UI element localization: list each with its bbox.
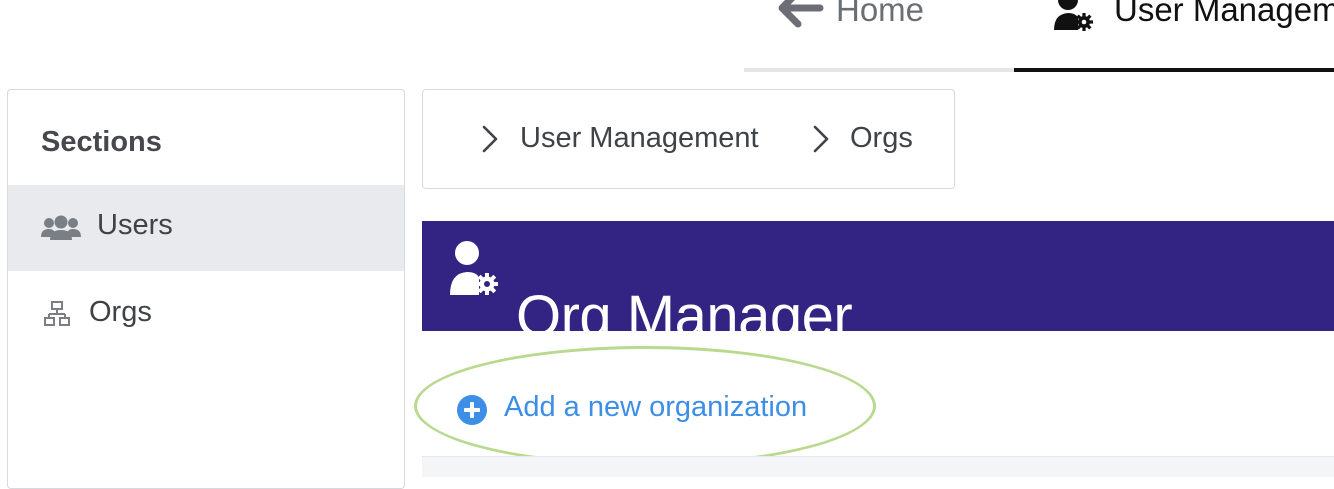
breadcrumb: User Management Orgs	[422, 89, 955, 189]
user-gear-icon	[449, 239, 499, 302]
content-table-top	[422, 456, 1334, 477]
sidebar-item-users[interactable]: Users	[8, 185, 404, 271]
arrow-left-icon	[776, 0, 824, 35]
sidebar: Sections Users Orgs	[7, 89, 405, 489]
chevron-right-icon	[812, 124, 830, 159]
page-header-banner: Org Manager	[422, 221, 1334, 349]
chevron-right-icon	[481, 124, 499, 159]
tab-user-management[interactable]: User Management	[1014, 0, 1334, 72]
sidebar-item-label: Orgs	[89, 296, 152, 328]
users-icon	[40, 215, 82, 246]
add-organization-label: Add a new organization	[504, 391, 808, 423]
tab-home-label: Home	[836, 0, 925, 28]
user-gear-icon	[1052, 0, 1096, 37]
plus-circle-icon	[456, 394, 488, 431]
sidebar-item-label: Users	[97, 209, 173, 241]
sidebar-heading: Sections	[41, 126, 162, 158]
page-title: Org Manager	[516, 283, 853, 349]
breadcrumb-item-orgs[interactable]: Orgs	[850, 122, 913, 155]
tab-user-management-label: User Management	[1114, 0, 1334, 28]
breadcrumb-item-user-management[interactable]: User Management	[520, 122, 759, 155]
sidebar-item-orgs[interactable]: Orgs	[8, 271, 404, 357]
tab-home[interactable]: Home	[744, 0, 1014, 72]
sitemap-icon	[44, 300, 70, 333]
